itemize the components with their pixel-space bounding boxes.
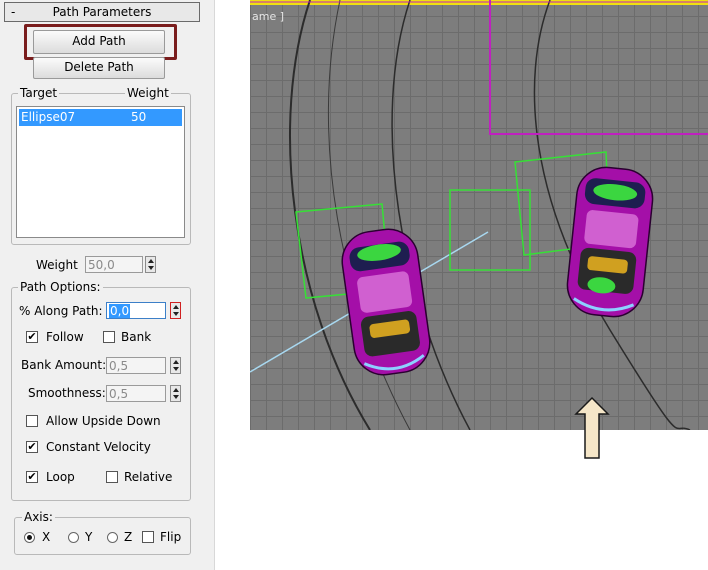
weight-field[interactable]: 50,0 [85, 256, 143, 273]
delete-path-button[interactable]: Delete Path [33, 57, 165, 79]
axis-y-radio[interactable] [68, 532, 79, 543]
loop-checkbox[interactable]: ✔ [26, 471, 38, 483]
add-path-button[interactable]: Add Path [33, 30, 165, 54]
follow-label: Follow [46, 330, 84, 344]
car-2 [566, 166, 654, 318]
axis-z-radio[interactable] [107, 532, 118, 543]
rollout-title: Path Parameters [52, 5, 152, 19]
allow-upside-down-checkbox[interactable] [26, 415, 38, 427]
collapse-icon[interactable]: - [11, 3, 15, 21]
target-column-header: Target [18, 86, 60, 100]
bank-label: Bank [121, 330, 152, 344]
up-arrow-icon [574, 396, 610, 459]
relative-checkbox[interactable] [106, 471, 118, 483]
helper-box [449, 189, 531, 271]
along-path-spinner-icon[interactable] [170, 302, 181, 319]
bank-checkbox[interactable] [103, 331, 115, 343]
loop-label: Loop [46, 470, 75, 484]
list-item[interactable]: Ellipse07 50 [19, 109, 182, 126]
car-1 [341, 228, 431, 376]
smoothness-label: Smoothness: [28, 386, 106, 400]
targets-listbox[interactable]: Ellipse07 50 [16, 106, 185, 238]
list-item-weight: 50 [131, 110, 147, 124]
smoothness-spinner-icon[interactable] [170, 385, 181, 402]
bank-amount-spinner-icon[interactable] [170, 357, 181, 374]
along-path-field[interactable]: 0,0 [106, 302, 166, 319]
axis-x-label: X [42, 530, 51, 544]
command-panel: - Path Parameters Add Path Delete Path T… [0, 0, 215, 570]
along-path-label: % Along Path: [19, 304, 103, 318]
weight-label: Weight [36, 258, 78, 272]
flip-label: Flip [160, 530, 182, 544]
follow-checkbox[interactable]: ✔ [26, 331, 38, 343]
constant-velocity-label: Constant Velocity [46, 440, 151, 454]
relative-label: Relative [124, 470, 173, 484]
along-path-value: 0,0 [109, 304, 131, 318]
axis-x-radio[interactable] [24, 532, 35, 543]
axis-y-label: Y [85, 530, 93, 544]
path-options-title: Path Options: [18, 280, 103, 294]
viewport[interactable]: ame ] [250, 0, 708, 430]
weight-column-header: Weight [125, 86, 171, 100]
axis-title: Axis: [22, 510, 55, 524]
allow-upside-down-label: Allow Upside Down [46, 414, 161, 428]
path-parameters-rollout-header[interactable]: - Path Parameters [4, 2, 200, 22]
viewport-scene [250, 0, 708, 430]
flip-checkbox[interactable] [142, 531, 154, 543]
bank-amount-label: Bank Amount: [21, 358, 107, 372]
list-item-target: Ellipse07 [21, 110, 76, 124]
weight-spinner-icon[interactable] [145, 256, 156, 273]
bank-amount-field[interactable]: 0,5 [106, 357, 166, 374]
ellipse-path-line [489, 0, 708, 135]
constant-velocity-checkbox[interactable]: ✔ [26, 441, 38, 453]
smoothness-field[interactable]: 0,5 [106, 385, 166, 402]
axis-z-label: Z [124, 530, 133, 544]
